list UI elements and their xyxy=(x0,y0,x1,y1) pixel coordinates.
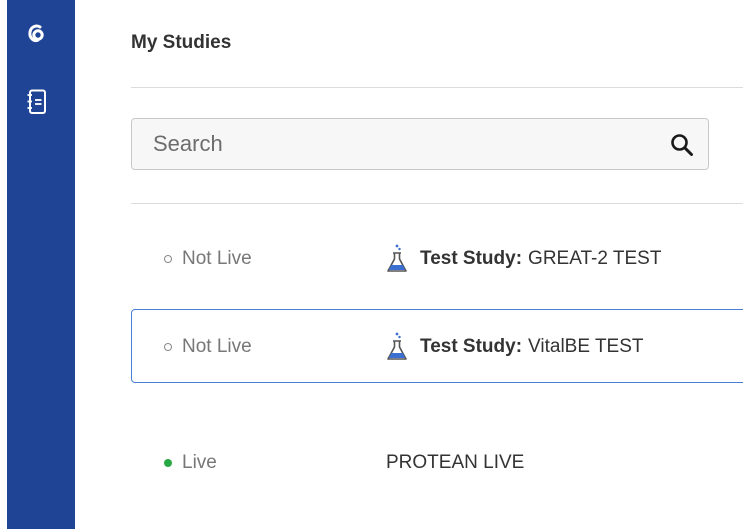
test-study-prefix: Test Study: xyxy=(420,248,523,269)
left-gutter xyxy=(0,0,7,529)
flask-icon xyxy=(387,332,407,360)
study-row[interactable]: Not Live Test Study: GREAT-2 TEST xyxy=(131,222,743,296)
sidebar xyxy=(7,0,75,529)
page-title: My Studies xyxy=(131,32,232,53)
header-divider xyxy=(131,87,743,88)
study-name: PROTEAN LIVE xyxy=(386,452,525,473)
study-title: Test Study: VitalBE TEST xyxy=(384,310,644,384)
search-icon[interactable] xyxy=(669,132,695,158)
study-name: GREAT-2 TEST xyxy=(528,248,662,269)
study-name: VitalBE TEST xyxy=(528,336,644,357)
study-row[interactable]: Live PROTEAN LIVE xyxy=(131,426,743,500)
status-label: Not Live xyxy=(182,336,252,357)
study-status: Not Live xyxy=(164,310,252,384)
app-logo-icon[interactable] xyxy=(25,22,49,46)
study-status: Live xyxy=(164,426,217,500)
list-divider xyxy=(131,203,743,204)
status-dot-icon xyxy=(164,343,172,351)
study-status: Not Live xyxy=(164,222,252,296)
study-row-selected[interactable]: Not Live Test Study: VitalBE TEST xyxy=(131,309,743,383)
main-content: My Studies Not Live Test Study: GREAT-2 … xyxy=(75,0,743,529)
study-title: PROTEAN LIVE xyxy=(386,426,524,500)
study-title: Test Study: GREAT-2 TEST xyxy=(384,222,661,296)
live-dot-icon xyxy=(164,459,172,467)
test-study-prefix: Test Study: xyxy=(420,336,523,357)
status-label: Live xyxy=(182,452,217,473)
search-box xyxy=(131,118,709,170)
search-input[interactable] xyxy=(132,119,708,169)
notebook-icon[interactable] xyxy=(26,89,48,115)
status-label: Not Live xyxy=(182,248,252,269)
flask-icon xyxy=(387,244,407,272)
status-dot-icon xyxy=(164,255,172,263)
